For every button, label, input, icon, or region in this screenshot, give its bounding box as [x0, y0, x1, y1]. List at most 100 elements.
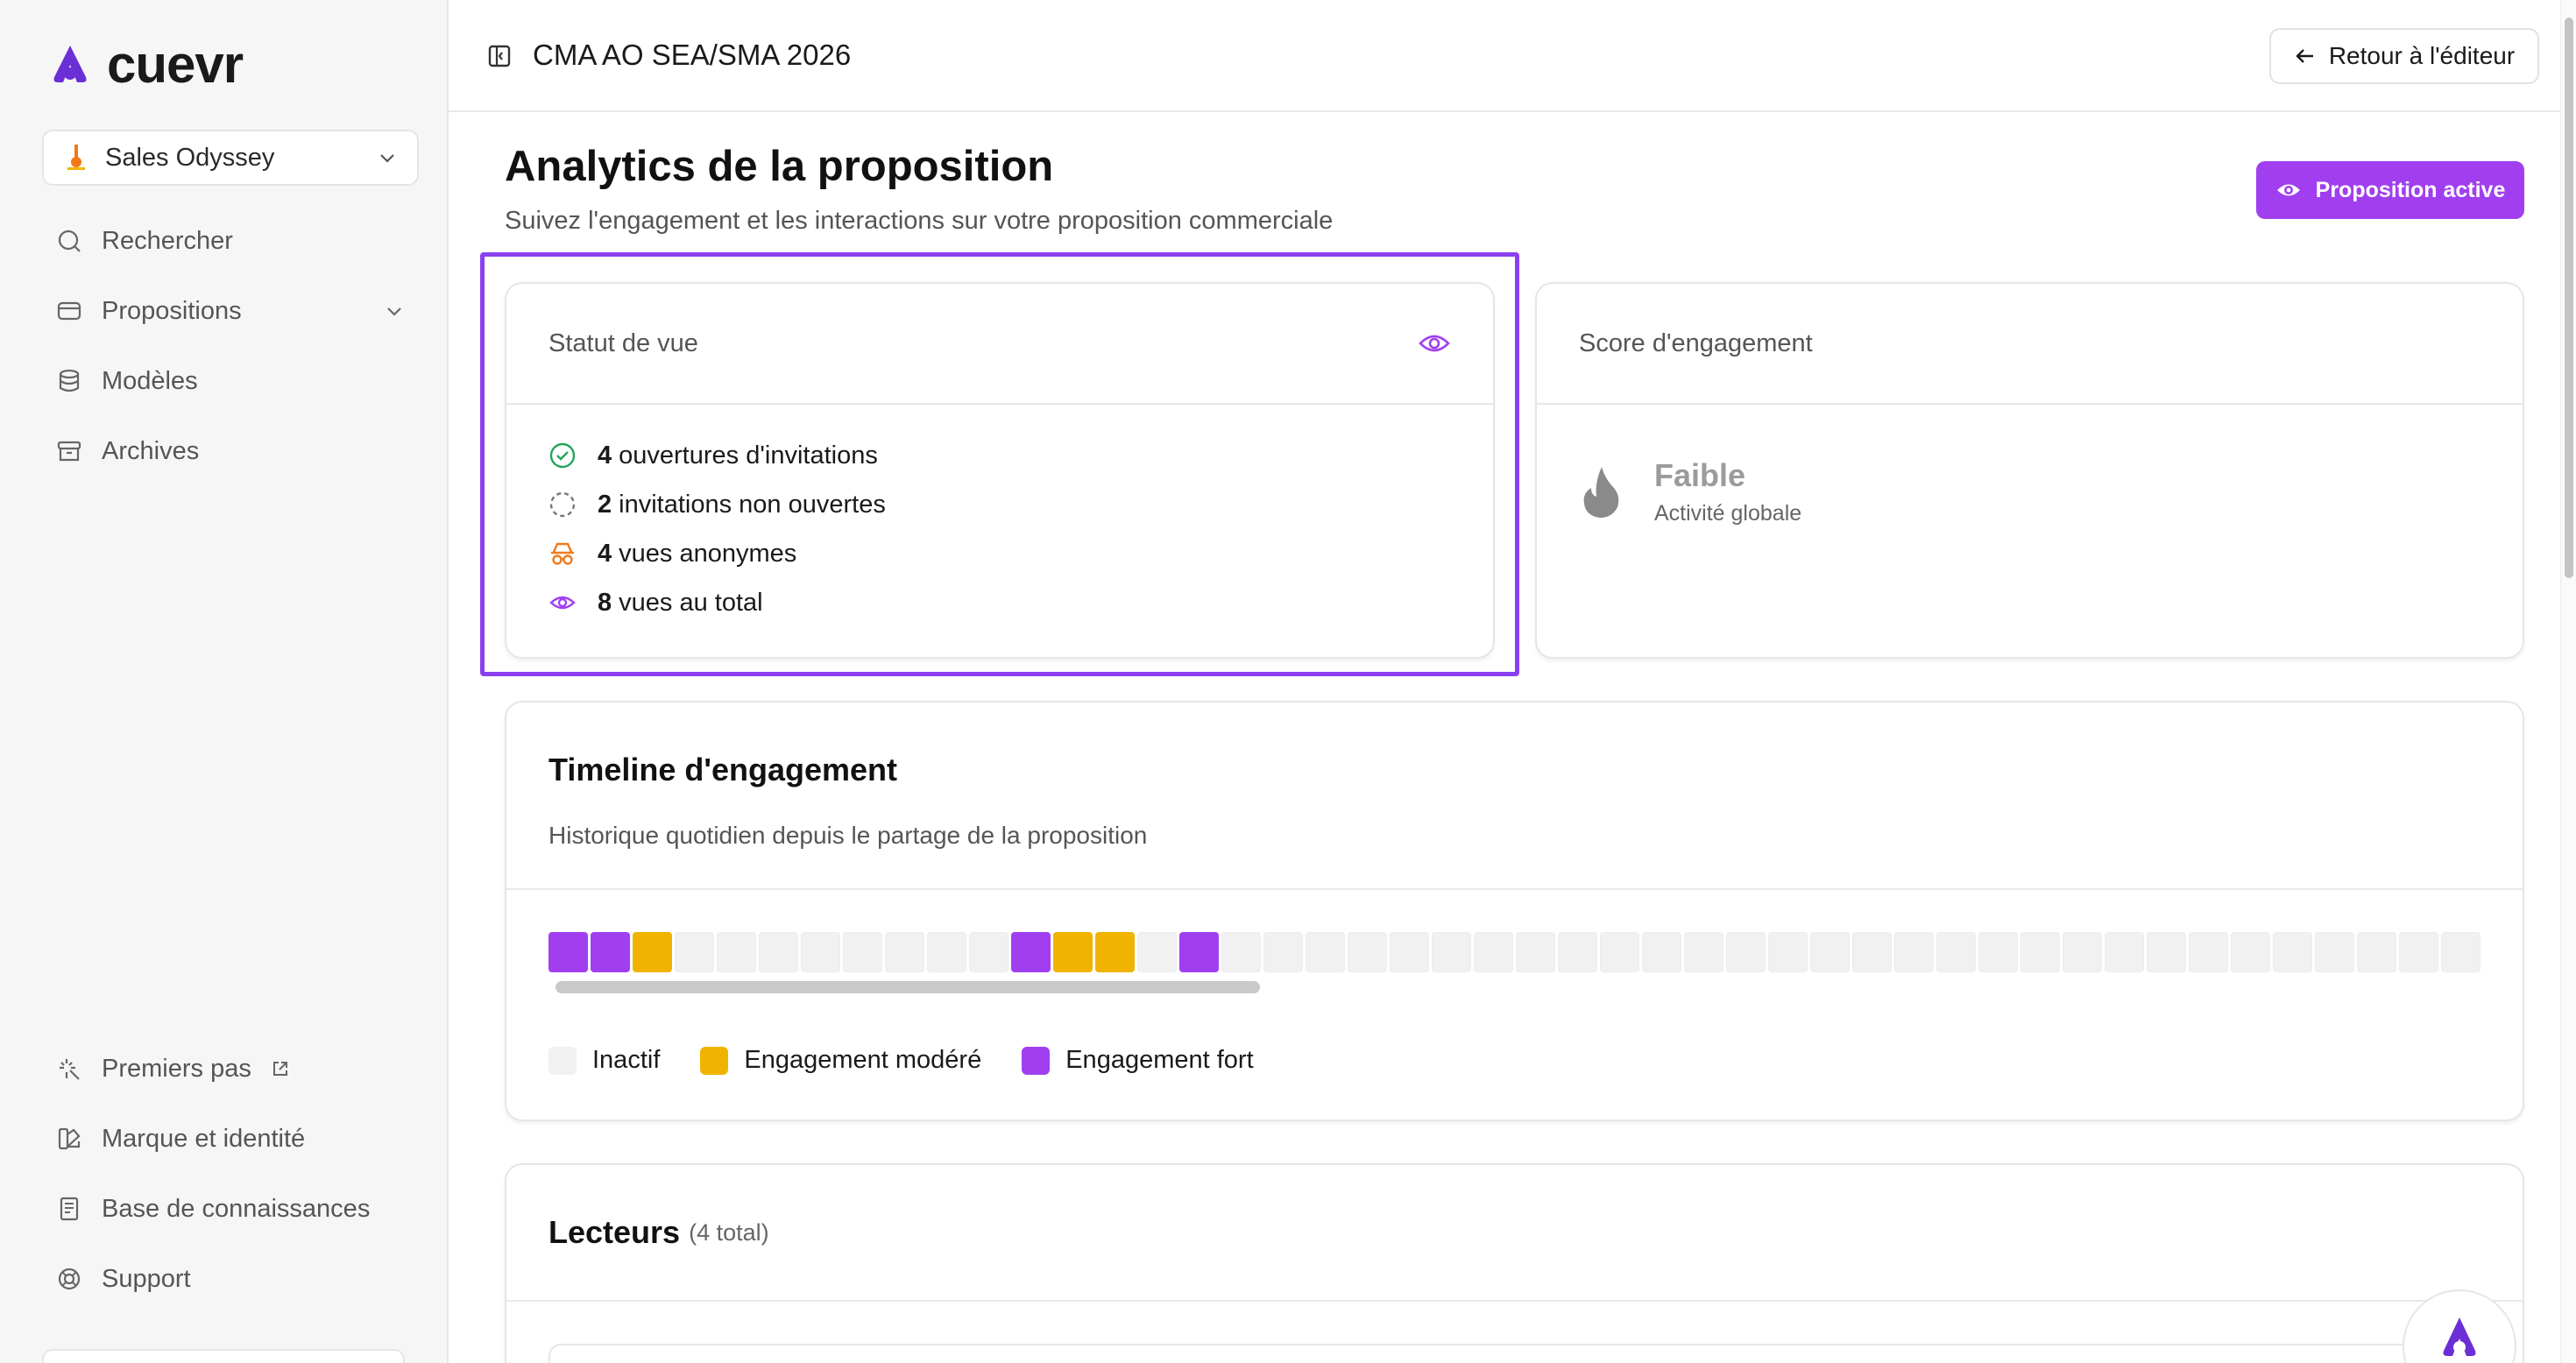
page-subtitle: Suivez l'engagement et les interactions …	[505, 207, 1334, 235]
timeline-day-inactive[interactable]	[1516, 932, 1555, 972]
proposals-icon	[57, 301, 81, 321]
timeline-grid[interactable]	[548, 932, 2480, 972]
timeline-day-inactive[interactable]	[1852, 932, 1892, 972]
timeline-day-inactive[interactable]	[1474, 932, 1513, 972]
back-to-editor-button[interactable]: Retour à l'éditeur	[2269, 28, 2539, 84]
timeline-day-inactive[interactable]	[2357, 932, 2396, 972]
timeline-day-inactive[interactable]	[843, 932, 882, 972]
stat-text: 2 invitations non ouvertes	[598, 490, 886, 519]
workspace-switcher[interactable]: Sales Odyssey	[42, 130, 419, 186]
legend-swatch	[1022, 1046, 1051, 1075]
score-body: Faible Activité globale	[1537, 405, 2523, 579]
page-title: Analytics de la proposition	[505, 143, 1054, 190]
timeline-day-inactive[interactable]	[1390, 932, 1429, 972]
stat-text: 8 vues au total	[598, 588, 763, 617]
search-icon	[58, 230, 81, 252]
timeline-day-inactive[interactable]	[2063, 932, 2102, 972]
timeline-day-inactive[interactable]	[1894, 932, 1934, 972]
sidebar-item-getting-started[interactable]: Premiers pas	[42, 1034, 419, 1104]
timeline-day-inactive[interactable]	[1936, 932, 1976, 972]
timeline-day-inactive[interactable]	[969, 932, 1008, 972]
timeline-day-inactive[interactable]	[801, 932, 840, 972]
timeline-day-inactive[interactable]	[1348, 932, 1387, 972]
timeline-subtitle: Historique quotidien depuis le partage d…	[548, 822, 1148, 849]
timeline-day-strong[interactable]	[1179, 932, 1219, 972]
view-status-card: Statut de vue 4 ouvertures d'invitations …	[505, 282, 1495, 659]
readers-card: Lecteurs (4 total)	[505, 1163, 2524, 1363]
timeline-day-inactive[interactable]	[2105, 932, 2144, 972]
document-title: CMA AO SEA/SMA 2026	[533, 39, 852, 71]
timeline-title: Timeline d'engagement	[548, 752, 897, 787]
timeline-day-inactive[interactable]	[927, 932, 966, 972]
sidebar-item-support[interactable]: Support	[42, 1244, 419, 1314]
incognito-icon	[551, 542, 574, 565]
timeline-day-inactive[interactable]	[1684, 932, 1723, 972]
timeline-day-inactive[interactable]	[2399, 932, 2438, 972]
score-subtitle: Activité globale	[1654, 501, 1802, 526]
sidebar-item-knowledge-base[interactable]: Base de connaissances	[42, 1174, 419, 1244]
view-stats-list: 4 ouvertures d'invitations 2 invitations n…	[506, 405, 1493, 627]
legend-item-inactive: Inactif	[548, 1046, 660, 1075]
timeline-day-inactive[interactable]	[1810, 932, 1850, 972]
timeline-day-inactive[interactable]	[1978, 932, 2018, 972]
sidebar-item-search[interactable]: Rechercher	[42, 206, 419, 276]
timeline-day-inactive[interactable]	[2315, 932, 2354, 972]
timeline-day-inactive[interactable]	[2231, 932, 2270, 972]
timeline-day-inactive[interactable]	[759, 932, 798, 972]
sidebar-user-card[interactable]	[42, 1349, 405, 1363]
timeline-day-inactive[interactable]	[1263, 932, 1303, 972]
sidebar-item-brand[interactable]: Marque et identité	[42, 1104, 419, 1174]
timeline-day-inactive[interactable]	[1726, 932, 1766, 972]
page-scrollbar[interactable]	[2560, 0, 2576, 1363]
timeline-day-inactive[interactable]	[885, 932, 924, 972]
workspace-logo-icon	[63, 142, 89, 173]
sidebar-item-archives[interactable]: Archives	[42, 416, 419, 486]
timeline-day-inactive[interactable]	[1432, 932, 1471, 972]
timeline-day-inactive[interactable]	[1600, 932, 1639, 972]
toggle-sidebar-icon[interactable]	[487, 44, 512, 68]
legend-item-strong: Engagement fort	[1022, 1046, 1254, 1075]
readers-header: Lecteurs (4 total)	[506, 1165, 2523, 1302]
scrollbar-thumb[interactable]	[2565, 18, 2573, 578]
sidebar-item-templates[interactable]: Modèles	[42, 346, 419, 416]
timeline-day-inactive[interactable]	[1306, 932, 1345, 972]
proposal-active-button[interactable]: Proposition active	[2256, 161, 2524, 219]
timeline-day-inactive[interactable]	[2441, 932, 2480, 972]
timeline-day-inactive[interactable]	[1768, 932, 1808, 972]
stat-text: 4 vues anonymes	[598, 539, 797, 568]
database-icon	[59, 369, 80, 392]
timeline-day-inactive[interactable]	[675, 932, 714, 972]
timeline-day-strong[interactable]	[1011, 932, 1051, 972]
archive-icon	[57, 441, 81, 462]
timeline-day-inactive[interactable]	[2020, 932, 2060, 972]
brand-logo[interactable]: cuevr	[44, 35, 244, 94]
timeline-day-inactive[interactable]	[1221, 932, 1261, 972]
timeline-day-inactive[interactable]	[2273, 932, 2312, 972]
timeline-day-moderate[interactable]	[1095, 932, 1135, 972]
legend-label: Engagement fort	[1065, 1046, 1254, 1074]
card-header: Statut de vue	[506, 284, 1493, 405]
chevron-down-icon[interactable]	[384, 300, 405, 321]
timeline-day-inactive[interactable]	[2189, 932, 2228, 972]
sidebar-item-proposals[interactable]: Propositions	[42, 276, 419, 346]
timeline-scrollbar[interactable]	[556, 981, 1260, 993]
timeline-day-strong[interactable]	[591, 932, 630, 972]
sidebar-item-label: Support	[102, 1264, 191, 1293]
timeline-day-inactive[interactable]	[717, 932, 756, 972]
book-icon	[60, 1197, 79, 1221]
flame-icon	[1583, 466, 1619, 518]
sidebar-item-label: Base de connaissances	[102, 1194, 371, 1223]
timeline-day-inactive[interactable]	[1642, 932, 1681, 972]
timeline-day-inactive[interactable]	[1137, 932, 1177, 972]
timeline-day-strong[interactable]	[548, 932, 588, 972]
external-link-icon	[272, 1062, 287, 1076]
dashed-circle-icon	[549, 491, 576, 518]
timeline-day-moderate[interactable]	[633, 932, 672, 972]
back-button-label: Retour à l'éditeur	[2328, 42, 2516, 69]
brand-name: cuevr	[107, 35, 244, 94]
engagement-score-card: Score d'engagement Faible Activité globa…	[1535, 282, 2524, 659]
timeline-day-inactive[interactable]	[2147, 932, 2186, 972]
timeline-day-inactive[interactable]	[1558, 932, 1597, 972]
timeline-header: Timeline d'engagement Historique quotidi…	[506, 703, 2523, 890]
timeline-day-moderate[interactable]	[1053, 932, 1093, 972]
